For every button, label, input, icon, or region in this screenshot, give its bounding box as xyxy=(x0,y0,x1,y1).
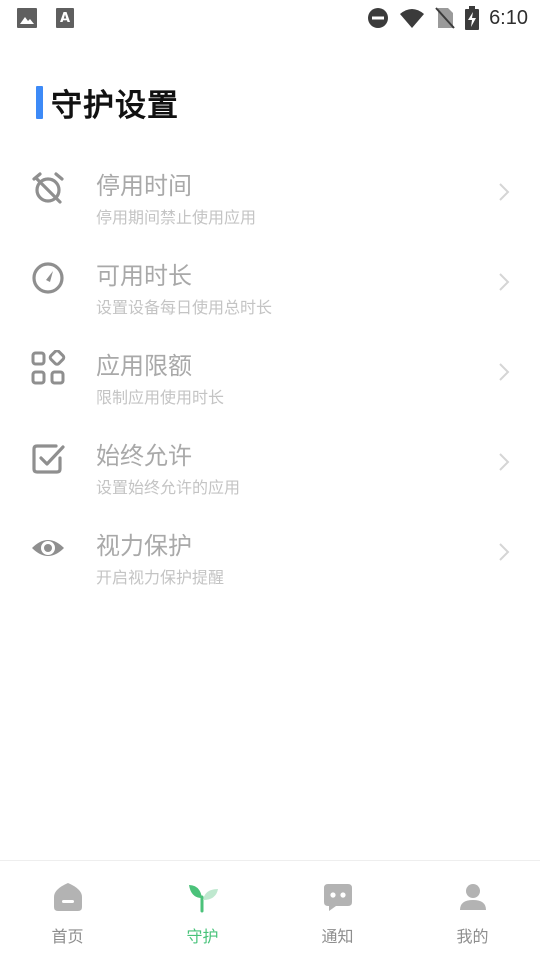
item-title: 视力保护 xyxy=(96,532,192,560)
settings-list: 停用时间 停用期间禁止使用应用 可用时长 设置设备每日使用总时长 应用限额 限制… xyxy=(0,150,540,600)
item-subtitle: 设置始终允许的应用 xyxy=(96,478,241,497)
do-not-disturb-icon xyxy=(368,8,389,28)
nav-tab-profile[interactable]: 我的 xyxy=(405,861,540,961)
nav-label: 守护 xyxy=(186,927,219,946)
chat-icon xyxy=(323,884,352,911)
wifi-icon xyxy=(400,9,425,28)
settings-item-app-limit[interactable]: 应用限额 限制应用使用时长 xyxy=(0,330,540,420)
nav-label: 我的 xyxy=(456,927,489,946)
gauge-icon xyxy=(32,262,64,294)
item-title: 应用限额 xyxy=(96,352,192,380)
status-bar: A 6:10 xyxy=(0,0,540,38)
settings-item-always-allow[interactable]: 始终允许 设置始终允许的应用 xyxy=(0,420,540,510)
bottom-navigation: 首页 守护 通知 我的 xyxy=(0,860,540,961)
item-title: 可用时长 xyxy=(96,262,192,290)
checkbox-icon xyxy=(32,444,65,474)
image-icon xyxy=(17,8,37,28)
item-subtitle: 停用期间禁止使用应用 xyxy=(96,208,257,227)
nav-label: 首页 xyxy=(51,927,84,946)
page-header: 守护设置 xyxy=(36,84,179,124)
nav-label: 通知 xyxy=(321,927,354,946)
status-time: 6:10 xyxy=(489,6,528,29)
nav-tab-guard[interactable]: 守护 xyxy=(135,861,270,961)
chevron-right-icon xyxy=(499,273,510,291)
nav-tab-home[interactable]: 首页 xyxy=(0,861,135,961)
title-accent-bar xyxy=(36,85,43,119)
alarm-off-icon xyxy=(32,172,64,204)
battery-charging-icon xyxy=(465,6,480,30)
nav-tab-notifications[interactable]: 通知 xyxy=(270,861,405,961)
item-subtitle: 限制应用使用时长 xyxy=(96,388,225,407)
no-sim-icon xyxy=(435,7,455,29)
home-icon xyxy=(53,883,82,911)
page-title: 守护设置 xyxy=(51,87,179,124)
settings-item-usage-duration[interactable]: 可用时长 设置设备每日使用总时长 xyxy=(0,240,540,330)
chevron-right-icon xyxy=(499,183,510,201)
item-title: 停用时间 xyxy=(96,172,192,200)
item-title: 始终允许 xyxy=(96,442,192,470)
settings-item-disable-time[interactable]: 停用时间 停用期间禁止使用应用 xyxy=(0,150,540,240)
chevron-right-icon xyxy=(499,543,510,561)
person-icon xyxy=(459,884,486,910)
item-subtitle: 开启视力保护提醒 xyxy=(96,568,225,587)
apps-grid-icon xyxy=(31,350,66,385)
font-a-icon: A xyxy=(56,8,74,28)
sprout-icon xyxy=(188,885,218,913)
item-subtitle: 设置设备每日使用总时长 xyxy=(96,298,273,317)
chevron-right-icon xyxy=(499,363,510,381)
settings-item-eye-protection[interactable]: 视力保护 开启视力保护提醒 xyxy=(0,510,540,600)
chevron-right-icon xyxy=(499,453,510,471)
svg-text:A: A xyxy=(60,11,70,26)
eye-icon xyxy=(32,540,64,556)
